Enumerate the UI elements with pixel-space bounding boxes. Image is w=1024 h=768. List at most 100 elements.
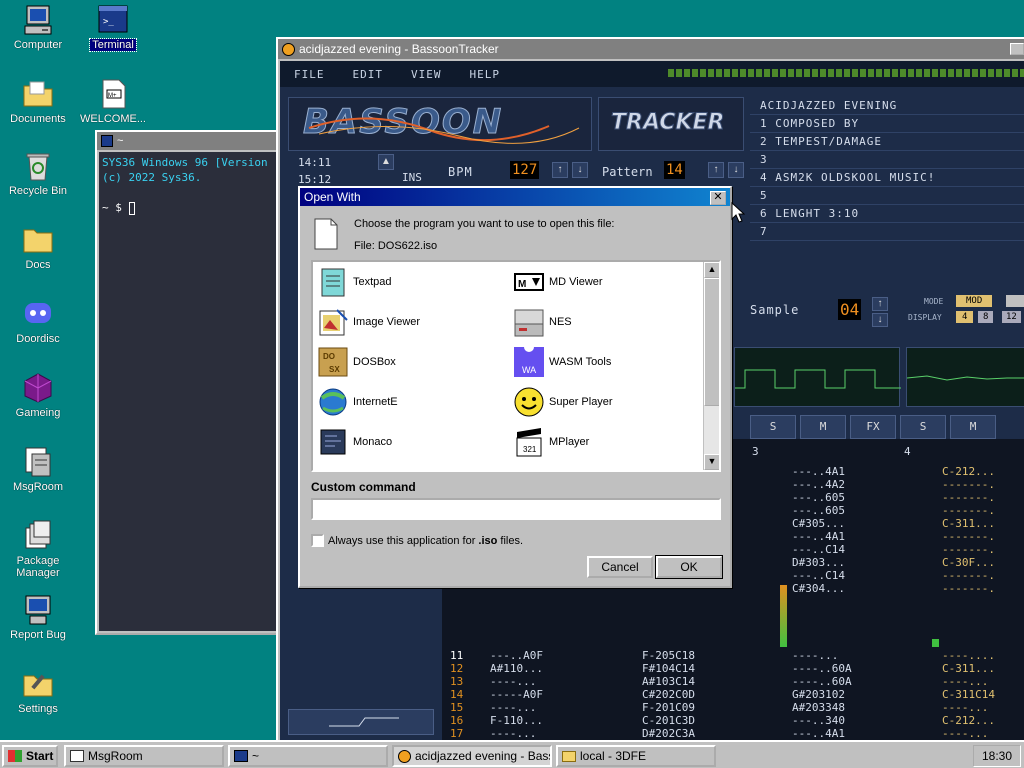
list-item-nes[interactable]: NES	[513, 304, 572, 340]
mode-button-x[interactable]	[1006, 295, 1024, 307]
list-item-mplayer[interactable]: 321 MPlayer	[513, 424, 589, 460]
pattern-note-cell[interactable]: -------.	[942, 530, 995, 543]
pattern-note-cell[interactable]: C-311C14	[942, 688, 995, 701]
song-info-line[interactable]: 2 TEMPEST/DAMAGE	[750, 133, 1024, 151]
list-item-monaco[interactable]: Monaco	[317, 424, 392, 460]
pattern-note-cell[interactable]: ----...	[490, 701, 536, 714]
terminal-titlebar[interactable]: ~	[97, 132, 283, 150]
song-info-line[interactable]: 3	[750, 151, 1024, 169]
pattern-note-cell[interactable]: F-205C18	[642, 649, 695, 662]
custom-command-input[interactable]	[311, 498, 721, 520]
desktop-icon-settings[interactable]: Settings	[0, 668, 76, 715]
pattern-note-cell[interactable]: C-201C3D	[642, 714, 695, 727]
list-item-md-viewer[interactable]: M MD Viewer	[513, 264, 603, 300]
pattern-note-cell[interactable]: C#304...	[792, 582, 845, 595]
terminal-window[interactable]: ~ SYS36 Windows 96 [Version (c) 2022 Sys3…	[95, 130, 285, 635]
pattern-note-cell[interactable]: D#303...	[792, 556, 845, 569]
pattern-note-cell[interactable]: -------.	[942, 491, 995, 504]
bpm-up-button[interactable]: ↑	[552, 162, 568, 178]
pattern-note-cell[interactable]: ---..4A1	[792, 465, 845, 478]
pattern-down-button[interactable]: ↓	[728, 162, 744, 178]
desktop-icon-package-manager[interactable]: Package Manager	[0, 520, 76, 579]
song-info-line[interactable]: 5	[750, 187, 1024, 205]
pattern-note-cell[interactable]: A#203348	[792, 701, 845, 714]
pattern-note-cell[interactable]: -----A0F	[490, 688, 543, 701]
list-item-internete[interactable]: InternetE	[317, 384, 398, 420]
pattern-note-cell[interactable]: ----...	[792, 649, 838, 662]
pattern-note-cell[interactable]: F-110...	[490, 714, 543, 727]
taskbar-item-msgroom[interactable]: MsgRoom	[64, 745, 224, 767]
pattern-note-cell[interactable]: A#103C14	[642, 675, 695, 688]
chevron-down-icon[interactable]: ▼	[704, 454, 719, 470]
desktop-icon-doordisc[interactable]: Doordisc	[0, 298, 76, 345]
close-button[interactable]: ✕	[710, 191, 726, 205]
pattern-note-cell[interactable]: F#104C14	[642, 662, 695, 675]
row-number[interactable]: 15	[450, 701, 463, 714]
row-number[interactable]: 17	[450, 727, 463, 740]
desktop-icon-terminal[interactable]: >_ Terminal	[75, 4, 151, 52]
program-list[interactable]: Textpad M MD Viewer Image Viewer NES DO S…	[311, 260, 721, 472]
sample-label[interactable]: Sample	[750, 303, 799, 317]
desktop-icon-report-bug[interactable]: Report Bug	[0, 594, 76, 641]
pattern-note-cell[interactable]: G#203102	[792, 688, 845, 701]
up-arrow-icon[interactable]: ▲	[378, 154, 394, 170]
terminal-output[interactable]: SYS36 Windows 96 [Version (c) 2022 Sys36.…	[99, 152, 281, 631]
pattern-note-cell[interactable]: -------.	[942, 582, 995, 595]
dialog-titlebar[interactable]: Open With ✕	[300, 188, 730, 206]
desktop-icon-recycle-bin[interactable]: Recycle Bin	[0, 150, 76, 197]
start-button[interactable]: Start	[2, 745, 58, 767]
menu-view[interactable]: VIEW	[411, 68, 442, 81]
taskbar-item-local[interactable]: local - 3DFE	[556, 745, 716, 767]
pattern-note-cell[interactable]: ---..605	[792, 504, 845, 517]
display-option-4[interactable]: 4	[956, 311, 974, 323]
menu-help[interactable]: HELP	[470, 68, 501, 81]
pattern-note-cell[interactable]: F-201C09	[642, 701, 695, 714]
pattern-note-cell[interactable]: -------.	[942, 543, 995, 556]
solo-button[interactable]: S	[750, 415, 796, 439]
row-number[interactable]: 13	[450, 675, 463, 688]
pattern-note-cell[interactable]: -------.	[942, 569, 995, 582]
always-use-checkbox-row[interactable]: Always use this application for .iso fil…	[311, 534, 523, 547]
pattern-note-cell[interactable]: -------.	[942, 478, 995, 491]
pattern-note-cell[interactable]: ---..4A2	[792, 478, 845, 491]
mute-button[interactable]: M	[950, 415, 996, 439]
song-info-line[interactable]: 4 ASM2K OLDSKOOL MUSIC!	[750, 169, 1024, 187]
pattern-note-cell[interactable]: C#305...	[792, 517, 845, 530]
sample-down-button[interactable]: ↓	[872, 313, 888, 327]
cancel-button[interactable]: Cancel	[587, 556, 653, 578]
row-number[interactable]: 16	[450, 714, 463, 727]
pattern-note-cell[interactable]: -------.	[942, 504, 995, 517]
pattern-note-cell[interactable]: C-311...	[942, 517, 995, 530]
display-option-12[interactable]: 12	[1002, 311, 1021, 323]
desktop-icon-gameing[interactable]: Gameing	[0, 372, 76, 419]
pattern-slider[interactable]	[288, 709, 434, 735]
mode-button[interactable]: MOD	[956, 295, 993, 307]
pattern-note-cell[interactable]: ----..60A	[792, 675, 852, 688]
pattern-note-cell[interactable]: ---..C14	[792, 569, 845, 582]
pattern-note-cell[interactable]: ----...	[490, 675, 536, 688]
pattern-up-button[interactable]: ↑	[708, 162, 724, 178]
list-item-super-player[interactable]: Super Player	[513, 384, 613, 420]
list-item-dosbox[interactable]: DO SX DOSBox	[317, 344, 396, 380]
minimize-button[interactable]	[1010, 43, 1024, 55]
pattern-note-cell[interactable]: ---..C14	[792, 543, 845, 556]
pattern-note-cell[interactable]: ----...	[490, 727, 536, 740]
song-info-line[interactable]: 1 COMPOSED BY	[750, 115, 1024, 133]
pattern-note-cell[interactable]: ----...	[942, 675, 988, 688]
pattern-note-cell[interactable]: C-30F...	[942, 556, 995, 569]
pattern-note-cell[interactable]: ----..60A	[792, 662, 852, 675]
always-use-checkbox[interactable]	[311, 534, 324, 547]
pattern-note-cell[interactable]: ----....	[942, 649, 995, 662]
list-item-wasm-tools[interactable]: WA WASM Tools	[513, 344, 611, 380]
list-scrollbar[interactable]: ▲ ▼	[703, 262, 719, 470]
menu-file[interactable]: FILE	[294, 68, 325, 81]
desktop-icon-docs[interactable]: Docs	[0, 224, 76, 271]
song-info-line[interactable]: 7	[750, 223, 1024, 241]
pattern-note-cell[interactable]: C-212...	[942, 714, 995, 727]
scrollbar-thumb[interactable]	[704, 278, 719, 406]
song-info-line[interactable]: 6 LENGHT 3:10	[750, 205, 1024, 223]
pattern-note-cell[interactable]: ---..4A1	[792, 727, 845, 740]
taskbar-item-bassoon[interactable]: acidjazzed evening - Bass...	[392, 745, 552, 767]
list-item-textpad[interactable]: Textpad	[317, 264, 392, 300]
list-item-image-viewer[interactable]: Image Viewer	[317, 304, 420, 340]
